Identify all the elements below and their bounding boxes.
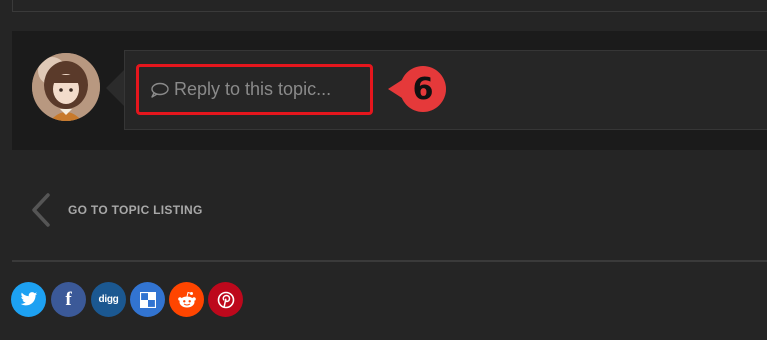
digg-share-button[interactable]: digg	[91, 282, 126, 317]
twitter-share-button[interactable]	[11, 282, 46, 317]
comment-icon	[150, 82, 169, 98]
digg-icon: digg	[98, 294, 119, 305]
twitter-icon	[20, 292, 38, 307]
reply-input[interactable]: Reply to this topic...	[136, 64, 373, 115]
user-avatar[interactable]	[32, 53, 100, 121]
previous-post-edge	[12, 0, 767, 12]
delicious-share-button[interactable]	[130, 282, 165, 317]
reddit-icon	[177, 291, 197, 309]
facebook-share-button[interactable]: f	[51, 282, 86, 317]
reply-pointer	[106, 70, 124, 106]
facebook-icon: f	[65, 288, 72, 310]
pinterest-icon	[217, 291, 235, 309]
reply-placeholder: Reply to this topic...	[174, 79, 332, 99]
divider	[12, 260, 767, 262]
annotation-badge: 6	[400, 66, 446, 112]
pinterest-share-button[interactable]	[208, 282, 243, 317]
chevron-left-icon[interactable]	[28, 192, 54, 228]
delicious-icon	[139, 291, 156, 308]
reddit-share-button[interactable]	[169, 282, 204, 317]
go-to-topic-listing-link[interactable]: GO TO TOPIC LISTING	[68, 203, 203, 217]
